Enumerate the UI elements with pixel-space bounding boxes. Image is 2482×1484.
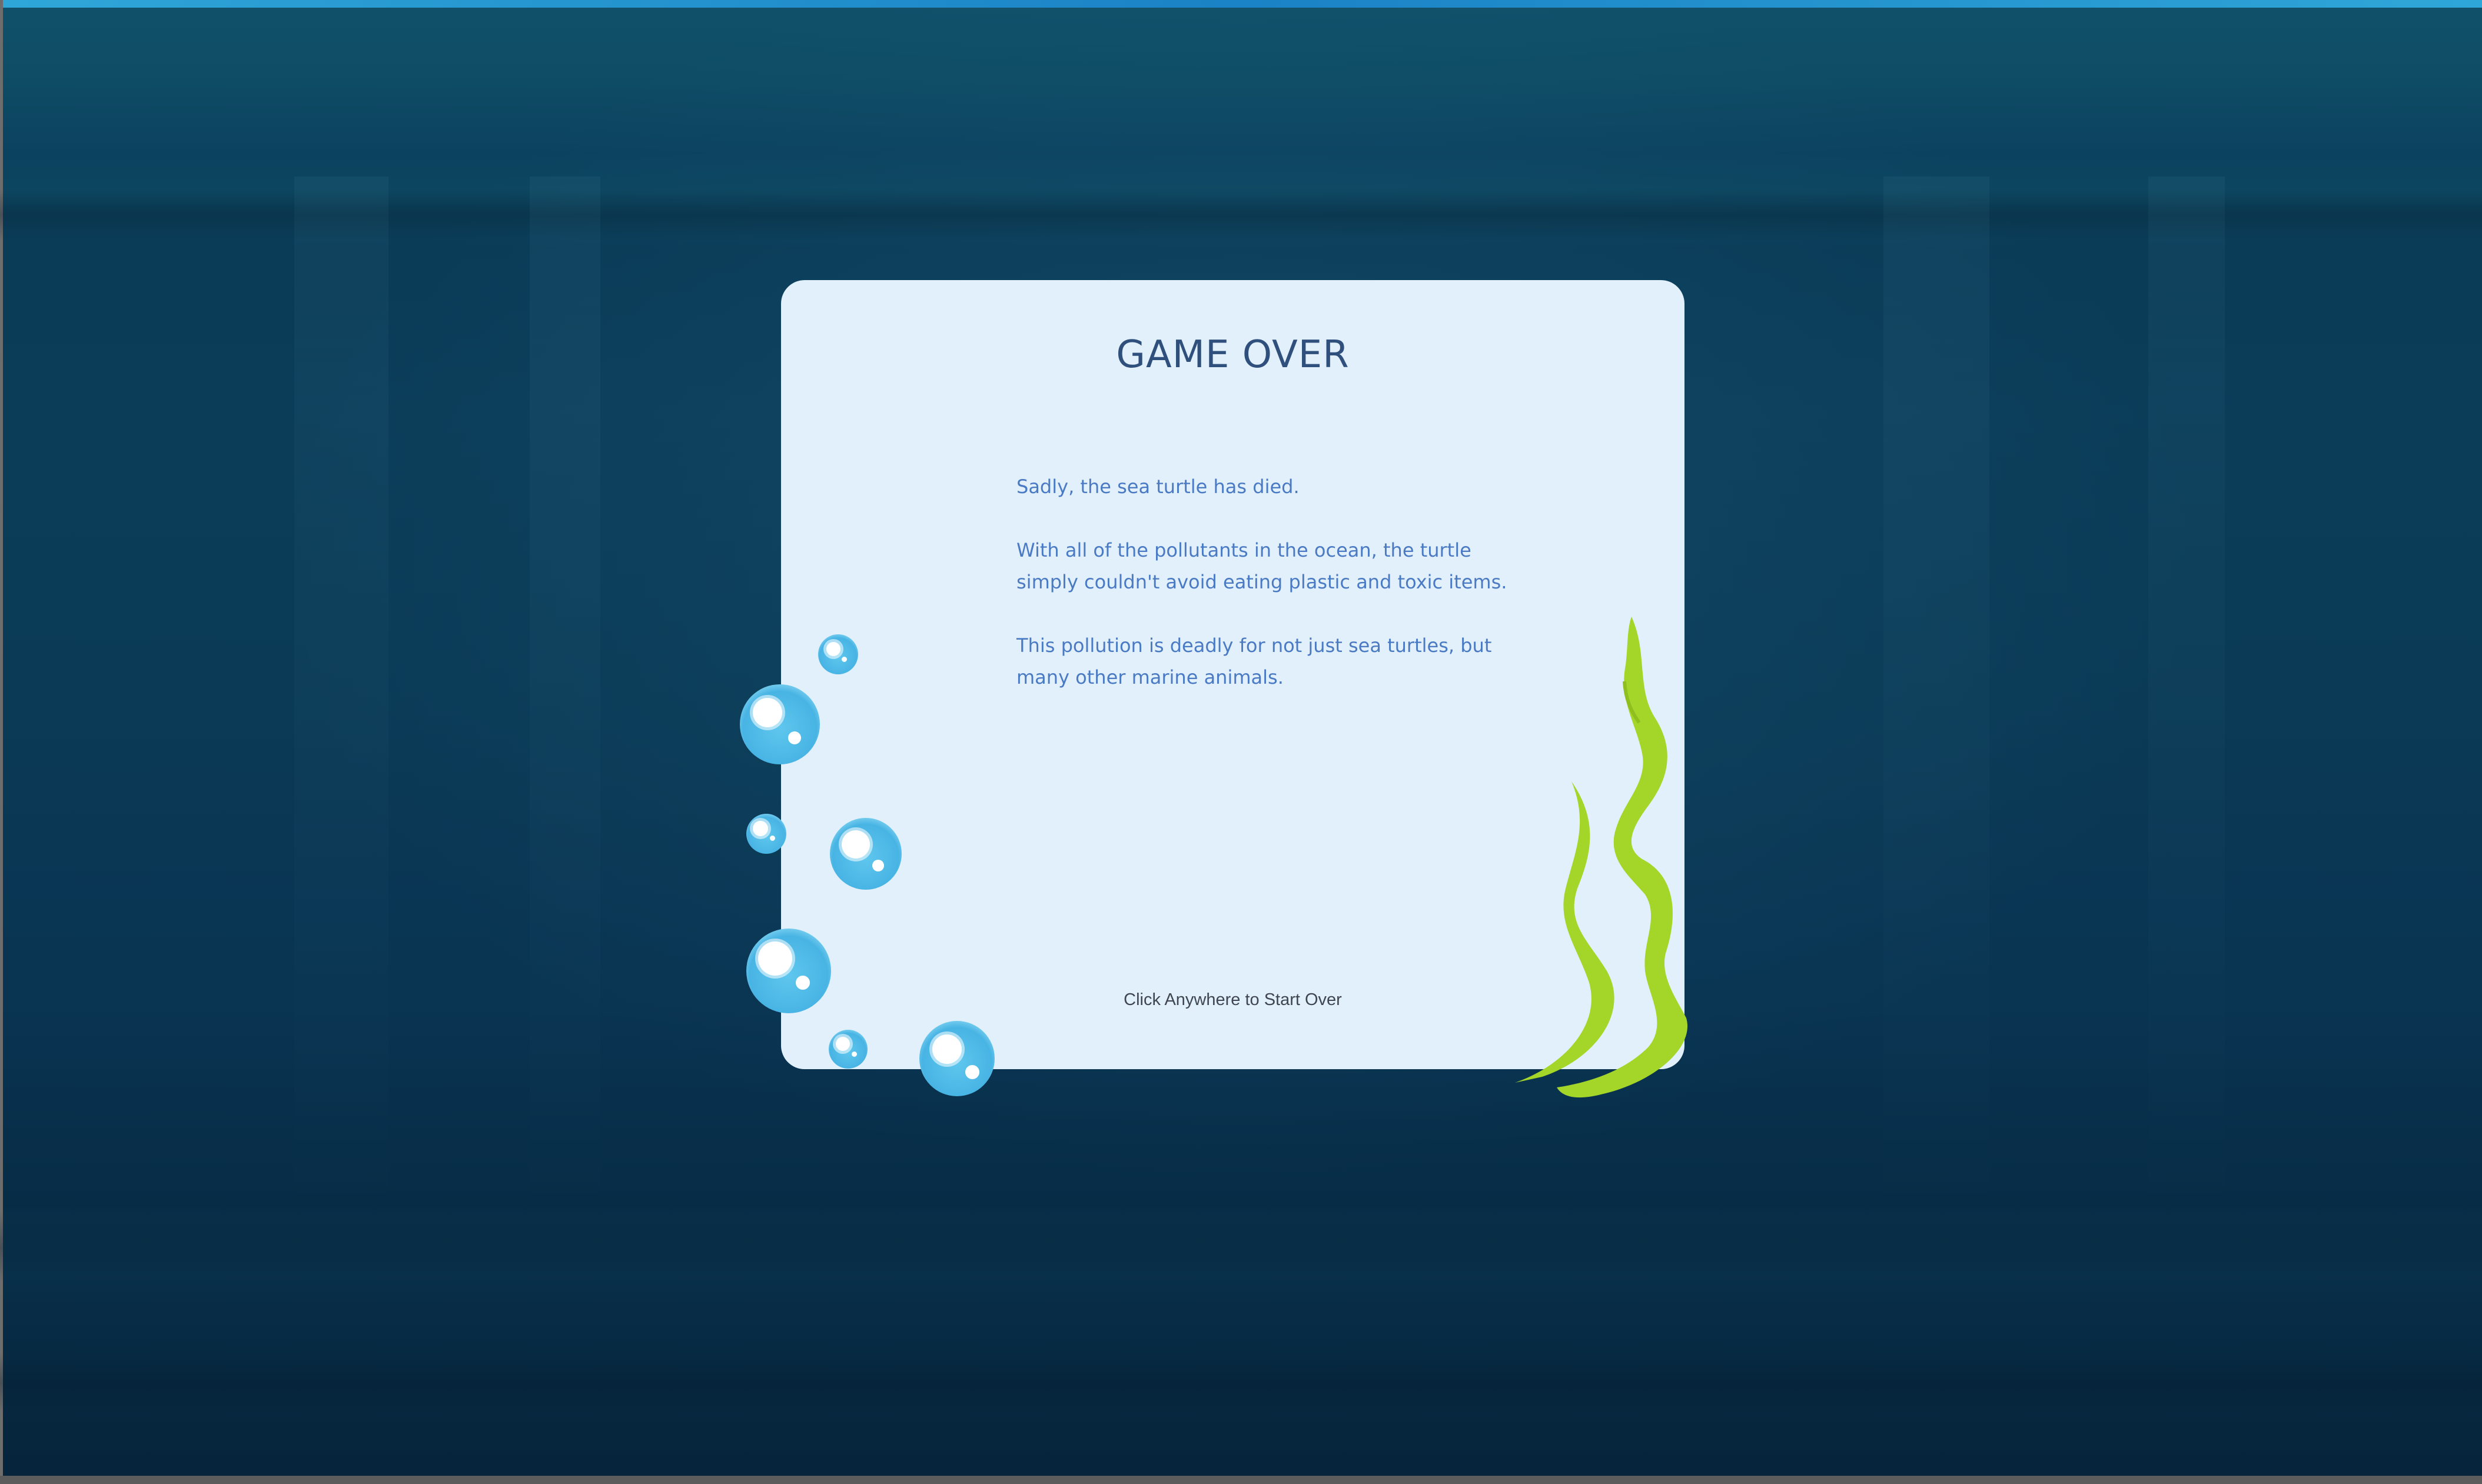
message-paragraph: Sadly, the sea turtle has died. bbox=[1016, 475, 1300, 498]
bubble-icon bbox=[746, 814, 786, 854]
message-paragraph: With all of the pollutants in the ocean,… bbox=[1016, 539, 1507, 593]
bubble-icon bbox=[830, 818, 902, 890]
top-accent-bar bbox=[0, 0, 2482, 8]
bottom-bar bbox=[0, 1476, 2482, 1484]
bubble-icon bbox=[740, 684, 820, 764]
light-ray bbox=[2148, 177, 2225, 1236]
bubble-icon bbox=[818, 634, 858, 674]
bubble-icon bbox=[829, 1030, 868, 1069]
game-over-title: GAME OVER bbox=[1116, 333, 1350, 377]
water-ripple bbox=[0, 1353, 2482, 1412]
message-paragraph: This pollution is deadly for not just se… bbox=[1016, 634, 1492, 688]
light-ray bbox=[1883, 177, 1989, 1236]
bubble-icon bbox=[919, 1021, 995, 1096]
bubble-icon bbox=[746, 929, 831, 1013]
light-ray bbox=[530, 177, 600, 1236]
light-ray bbox=[294, 177, 388, 1236]
game-screen[interactable]: GAME OVER Sadly, the sea turtle has died… bbox=[0, 0, 2482, 1484]
seaweed-icon bbox=[1515, 617, 1688, 1098]
